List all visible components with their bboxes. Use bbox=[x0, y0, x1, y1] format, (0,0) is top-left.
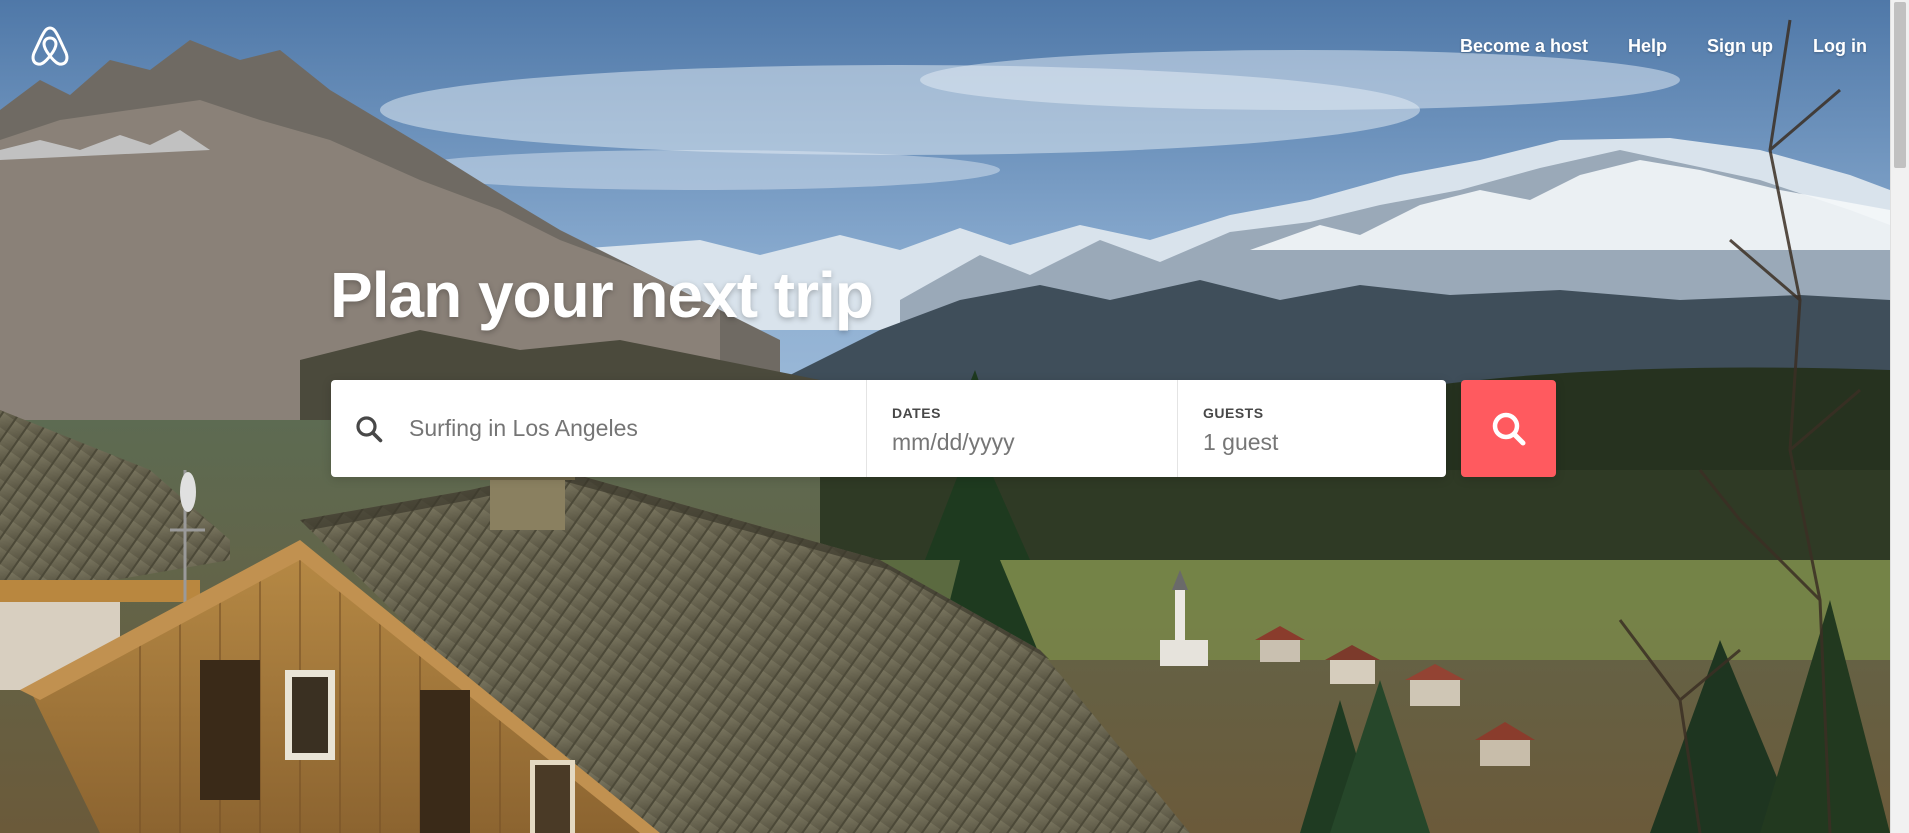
nav-sign-up-link[interactable]: Sign up bbox=[1707, 36, 1773, 57]
nav-help-link[interactable]: Help bbox=[1628, 36, 1667, 57]
guests-field[interactable]: GUESTS 1 guest bbox=[1178, 380, 1446, 477]
search-bar: DATES GUESTS 1 guest bbox=[331, 380, 1446, 477]
search-icon bbox=[356, 416, 383, 443]
page-scrollbar[interactable] bbox=[1890, 0, 1909, 833]
nav-log-in-link[interactable]: Log in bbox=[1813, 36, 1867, 57]
top-nav: Become a host Help Sign up Log in bbox=[1460, 36, 1867, 57]
guests-label: GUESTS bbox=[1203, 405, 1264, 421]
dates-input[interactable] bbox=[892, 429, 1152, 456]
airbnb-logo-icon[interactable] bbox=[28, 24, 72, 68]
dates-label: DATES bbox=[892, 405, 941, 421]
search-icon bbox=[1492, 412, 1525, 445]
dates-field[interactable]: DATES bbox=[867, 380, 1178, 477]
search-submit-button[interactable] bbox=[1461, 380, 1556, 477]
scrollbar-thumb[interactable] bbox=[1894, 2, 1906, 168]
guests-select[interactable]: 1 guest bbox=[1203, 429, 1278, 455]
nav-become-a-host-link[interactable]: Become a host bbox=[1460, 36, 1588, 57]
belo-icon bbox=[31, 26, 69, 66]
page: Become a host Help Sign up Log in Plan y… bbox=[0, 0, 1909, 833]
where-field[interactable] bbox=[331, 380, 867, 477]
hero-headline: Plan your next trip bbox=[330, 259, 874, 331]
where-input[interactable] bbox=[407, 414, 851, 443]
